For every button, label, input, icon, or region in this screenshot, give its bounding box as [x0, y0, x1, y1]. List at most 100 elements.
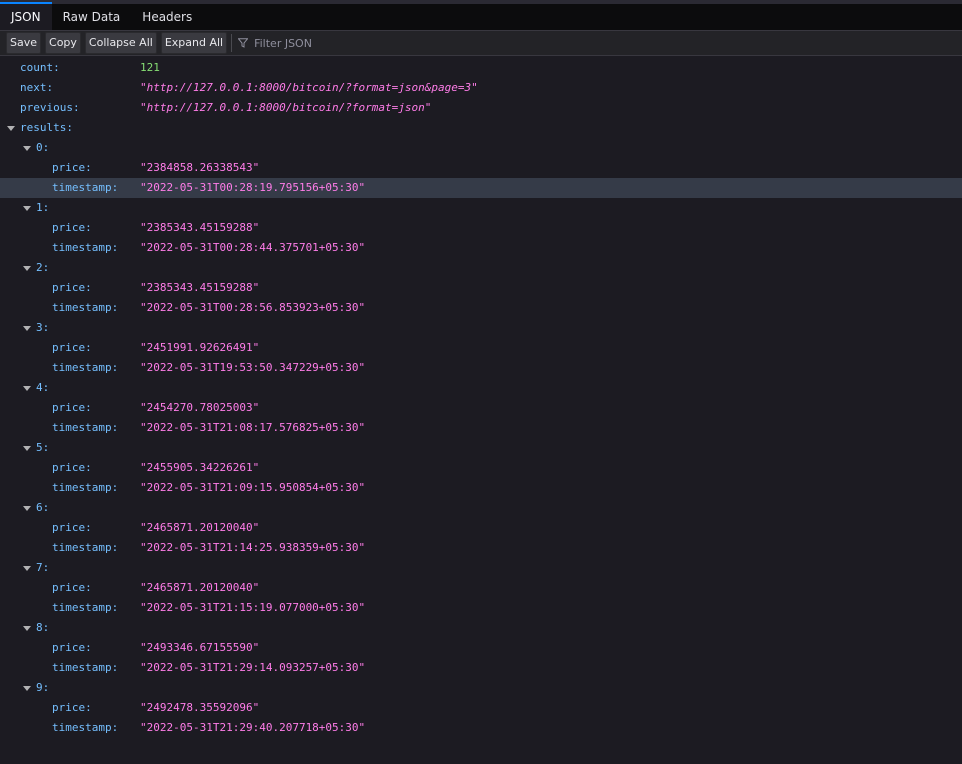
json-row-price[interactable]: price: "2465871.20120040" — [0, 578, 962, 598]
json-row-timestamp[interactable]: timestamp: "2022-05-31T21:14:25.938359+05… — [0, 538, 962, 558]
expand-toggle-icon[interactable] — [7, 126, 15, 131]
results-list: 0: price: "2384858.26338543" timestamp: "202… — [0, 138, 962, 738]
json-row-result-index[interactable]: 0: — [0, 138, 962, 158]
json-row-price[interactable]: price: "2455905.34226261" — [0, 458, 962, 478]
json-row-price[interactable]: price: "2451991.92626491" — [0, 338, 962, 358]
json-row-result-index[interactable]: 6: — [0, 498, 962, 518]
key-label: 4: — [36, 381, 50, 394]
value-price: "2385343.45159288" — [140, 281, 260, 294]
json-row-result-index[interactable]: 1: — [0, 198, 962, 218]
value-previous-link[interactable]: "http://127.0.0.1:8000/bitcoin/?format=j… — [140, 98, 431, 118]
key-label: timestamp: — [52, 301, 119, 314]
toolbar-divider — [231, 34, 233, 52]
expand-toggle-icon[interactable] — [23, 146, 31, 151]
json-row-previous[interactable]: previous: "http://127.0.0.1:8000/bitcoin… — [0, 98, 962, 118]
key-label: price: — [52, 281, 92, 294]
json-row-next[interactable]: next: "http://127.0.0.1:8000/bitcoin/?fo… — [0, 78, 962, 98]
expand-toggle-icon[interactable] — [23, 686, 31, 691]
json-row-timestamp[interactable]: timestamp: "2022-05-31T21:29:40.207718+05… — [0, 718, 962, 738]
value-price: "2465871.20120040" — [140, 521, 260, 534]
json-row-result-index[interactable]: 5: — [0, 438, 962, 458]
json-row-result-index[interactable]: 2: — [0, 258, 962, 278]
value-timestamp: "2022-05-31T19:53:50.347229+05:30" — [140, 361, 366, 374]
json-row-timestamp[interactable]: timestamp: "2022-05-31T00:28:19.795156+05… — [0, 178, 962, 198]
json-row-timestamp[interactable]: timestamp: "2022-05-31T21:08:17.576825+05… — [0, 418, 962, 438]
value-timestamp: "2022-05-31T21:29:40.207718+05:30" — [140, 721, 366, 734]
key-label: next: — [20, 81, 54, 94]
json-row-timestamp[interactable]: timestamp: "2022-05-31T00:28:56.853923+05… — [0, 298, 962, 318]
expand-toggle-icon[interactable] — [23, 626, 31, 631]
key-label: count: — [20, 61, 60, 74]
json-row-price[interactable]: price: "2385343.45159288" — [0, 278, 962, 298]
json-row-result-index[interactable]: 7: — [0, 558, 962, 578]
json-row-price[interactable]: price: "2384858.26338543" — [0, 158, 962, 178]
json-row-timestamp[interactable]: timestamp: "2022-05-31T21:09:15.950854+05… — [0, 478, 962, 498]
json-row-price[interactable]: price: "2385343.45159288" — [0, 218, 962, 238]
key-label: 7: — [36, 561, 50, 574]
expand-toggle-icon[interactable] — [23, 206, 31, 211]
value-price: "2384858.26338543" — [140, 161, 260, 174]
copy-button[interactable]: Copy — [45, 32, 81, 54]
key-label: results: — [20, 121, 73, 134]
json-row-price[interactable]: price: "2492478.35592096" — [0, 698, 962, 718]
key-label: price: — [52, 641, 92, 654]
key-label: price: — [52, 461, 92, 474]
value-timestamp: "2022-05-31T21:15:19.077000+05:30" — [140, 601, 366, 614]
json-row-result-index[interactable]: 8: — [0, 618, 962, 638]
json-row-timestamp[interactable]: timestamp: "2022-05-31T00:28:44.375701+05… — [0, 238, 962, 258]
collapse-all-button[interactable]: Collapse All — [84, 32, 157, 54]
key-label: timestamp: — [52, 661, 119, 674]
json-row-result-index[interactable]: 3: — [0, 318, 962, 338]
key-label: 0: — [36, 141, 50, 154]
key-label: price: — [52, 521, 92, 534]
tab-headers[interactable]: Headers — [131, 4, 203, 30]
json-row-timestamp[interactable]: timestamp: "2022-05-31T21:29:14.093257+05… — [0, 658, 962, 678]
key-label: timestamp: — [52, 361, 119, 374]
key-label: previous: — [20, 101, 80, 114]
key-label: 8: — [36, 621, 50, 634]
value-timestamp: "2022-05-31T00:28:56.853923+05:30" — [140, 301, 366, 314]
value-timestamp: "2022-05-31T21:08:17.576825+05:30" — [140, 421, 366, 434]
json-tree: count: 121 next: "http://127.0.0.1:8000/… — [0, 56, 962, 738]
value-timestamp: "2022-05-31T21:09:15.950854+05:30" — [140, 481, 366, 494]
key-label: 1: — [36, 201, 50, 214]
expand-toggle-icon[interactable] — [23, 266, 31, 271]
json-row-price[interactable]: price: "2454270.78025003" — [0, 398, 962, 418]
tab-json[interactable]: JSON — [0, 2, 52, 30]
json-row-price[interactable]: price: "2465871.20120040" — [0, 518, 962, 538]
json-row-result-index[interactable]: 9: — [0, 678, 962, 698]
key-label: price: — [52, 221, 92, 234]
key-label: 3: — [36, 321, 50, 334]
expand-toggle-icon[interactable] — [23, 386, 31, 391]
json-row-result-index[interactable]: 4: — [0, 378, 962, 398]
save-button[interactable]: Save — [6, 32, 42, 54]
key-label: 9: — [36, 681, 50, 694]
expand-all-button[interactable]: Expand All — [160, 32, 228, 54]
tab-raw-data[interactable]: Raw Data — [52, 4, 132, 30]
value-price: "2451991.92626491" — [140, 341, 260, 354]
key-label: price: — [52, 401, 92, 414]
key-label: timestamp: — [52, 601, 119, 614]
key-label: timestamp: — [52, 481, 119, 494]
key-label: timestamp: — [52, 421, 119, 434]
value-price: "2454270.78025003" — [140, 401, 260, 414]
expand-toggle-icon[interactable] — [23, 446, 31, 451]
expand-toggle-icon[interactable] — [23, 566, 31, 571]
key-label: price: — [52, 701, 92, 714]
value-timestamp: "2022-05-31T21:29:14.093257+05:30" — [140, 661, 366, 674]
key-label: 6: — [36, 501, 50, 514]
value-next-link[interactable]: "http://127.0.0.1:8000/bitcoin/?format=j… — [140, 78, 478, 98]
json-row-timestamp[interactable]: timestamp: "2022-05-31T19:53:50.347229+05… — [0, 358, 962, 378]
json-row-price[interactable]: price: "2493346.67155590" — [0, 638, 962, 658]
filter-json-input[interactable] — [252, 35, 457, 51]
json-row-count[interactable]: count: 121 — [0, 58, 962, 78]
expand-toggle-icon[interactable] — [23, 506, 31, 511]
value-timestamp: "2022-05-31T21:14:25.938359+05:30" — [140, 541, 366, 554]
filter-funnel-icon — [238, 38, 249, 48]
json-row-results[interactable]: results: — [0, 118, 962, 138]
expand-toggle-icon[interactable] — [23, 326, 31, 331]
value-price: "2455905.34226261" — [140, 461, 260, 474]
json-row-timestamp[interactable]: timestamp: "2022-05-31T21:15:19.077000+05… — [0, 598, 962, 618]
value-count: 121 — [140, 61, 160, 74]
key-label: price: — [52, 341, 92, 354]
